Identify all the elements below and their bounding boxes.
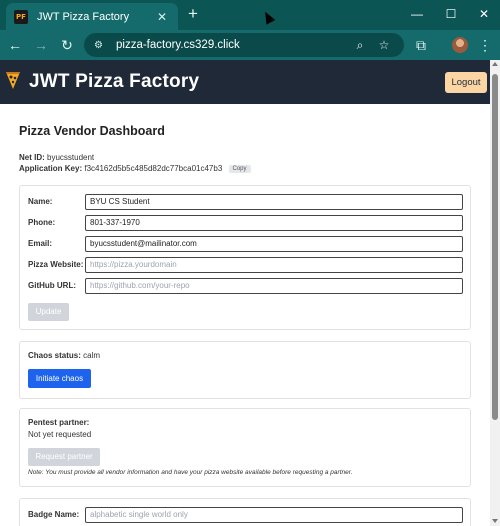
page-title: Pizza Vendor Dashboard (19, 124, 165, 138)
phone-input[interactable]: 801-337-1970 (85, 215, 463, 231)
update-button[interactable]: Update (28, 303, 69, 321)
request-partner-button[interactable]: Request partner (28, 448, 100, 466)
badge-name-label: Badge Name: (28, 510, 80, 519)
github-input[interactable]: https://github.com/your-repo (85, 278, 463, 294)
dashboard-content: Pizza Vendor Dashboard Net ID: byucsstud… (0, 104, 490, 526)
browser-tab[interactable]: PF JWT Pizza Factory ✕ (6, 3, 178, 30)
pentest-title: Pentest partner: (28, 418, 90, 427)
badge-card: Badge Name: alphabetic single world only (19, 498, 471, 526)
badge-name-input[interactable]: alphabetic single world only (85, 507, 463, 523)
tab-favicon-icon: PF (14, 9, 28, 24)
new-tab-button[interactable]: + (184, 5, 202, 23)
website-input[interactable]: https://pizza.yourdomain (85, 257, 463, 273)
site-header: JWT Pizza Factory Logout (0, 60, 490, 104)
net-id-row: Net ID: byucsstudent (19, 153, 94, 162)
initiate-chaos-button[interactable]: Initiate chaos (28, 369, 91, 388)
reload-icon[interactable]: ↻ (58, 36, 76, 54)
email-label: Email: (28, 239, 53, 248)
maximize-button[interactable]: ☐ (443, 6, 459, 22)
site-info-icon[interactable]: ⚙ (94, 40, 108, 51)
close-window-button[interactable]: ✕ (476, 6, 492, 22)
app-key-row: Application Key: f3c4162d5b5c485d82dc77b… (19, 164, 251, 173)
browser-menu-icon[interactable]: ⋮ (476, 36, 494, 54)
address-bar[interactable]: ⚙ pizza-factory.cs329.click ⌕ ☆ (84, 33, 404, 57)
extensions-icon[interactable]: ⧉ (412, 36, 430, 54)
scroll-down-arrow-icon[interactable] (492, 519, 498, 523)
name-input[interactable]: BYU CS Student (85, 194, 463, 210)
page-viewport: JWT Pizza Factory Logout Pizza Vendor Da… (0, 60, 500, 526)
website-label: Pizza Website: (28, 260, 84, 269)
app-key-value: f3c4162d5b5c485d82dc77bca01c47b3 (84, 164, 223, 173)
pizza-logo-icon (6, 72, 20, 89)
badge-field-row: Badge Name: alphabetic single world only (28, 507, 464, 523)
profile-avatar[interactable] (452, 37, 468, 53)
forward-arrow-icon[interactable]: → (32, 36, 50, 54)
logout-button[interactable]: Logout (445, 72, 487, 93)
website-field-row: Pizza Website: https://pizza.yourdomain (28, 257, 464, 273)
name-field-row: Name: BYU CS Student (28, 194, 464, 210)
phone-label: Phone: (28, 218, 56, 227)
github-field-row: GitHub URL: https://github.com/your-repo (28, 278, 464, 294)
browser-toolbar: ← → ↻ ⚙ pizza-factory.cs329.click ⌕ ☆ ⧉ … (0, 30, 500, 60)
scrollbar-thumb[interactable] (492, 74, 498, 420)
chaos-status-label: Chaos status: (28, 351, 81, 360)
back-arrow-icon[interactable]: ← (6, 36, 24, 54)
url-text[interactable]: pizza-factory.cs329.click (116, 39, 240, 51)
pentest-status: Not yet requested (28, 430, 92, 439)
tab-close-icon[interactable]: ✕ (154, 10, 170, 24)
github-label: GitHub URL: (28, 281, 76, 290)
app-key-label: Application Key: (19, 164, 83, 173)
chaos-status-value: calm (83, 351, 101, 360)
tab-title: JWT Pizza Factory (37, 10, 130, 23)
bookmark-star-icon[interactable]: ☆ (376, 37, 392, 53)
copy-key-button[interactable]: Copy (228, 165, 251, 173)
phone-field-row: Phone: 801-337-1970 (28, 215, 464, 231)
pentest-note: Note: You must provide all vendor inform… (28, 469, 353, 476)
chaos-status-row: Chaos status: calm (28, 351, 100, 360)
email-input[interactable]: byucsstudent@mailinator.com (85, 236, 463, 252)
pentest-card: Pentest partner: Not yet requested Reque… (19, 408, 471, 487)
zoom-icon[interactable]: ⌕ (352, 37, 368, 53)
name-label: Name: (28, 197, 53, 206)
vendor-info-card: Name: BYU CS Student Phone: 801-337-1970… (19, 185, 471, 330)
minimize-button[interactable]: — (409, 6, 425, 22)
site-title[interactable]: JWT Pizza Factory (29, 71, 199, 93)
page-scrollbar[interactable] (490, 60, 500, 526)
email-field-row: Email: byucsstudent@mailinator.com (28, 236, 464, 252)
net-id-value: byucsstudent (47, 153, 95, 162)
mouse-cursor-icon (260, 9, 276, 25)
chaos-card: Chaos status: calm Initiate chaos (19, 341, 471, 399)
browser-tab-strip: PF JWT Pizza Factory ✕ + — ☐ ✕ (0, 0, 500, 30)
scroll-up-arrow-icon[interactable] (492, 62, 498, 66)
net-id-label: Net ID: (19, 153, 45, 162)
